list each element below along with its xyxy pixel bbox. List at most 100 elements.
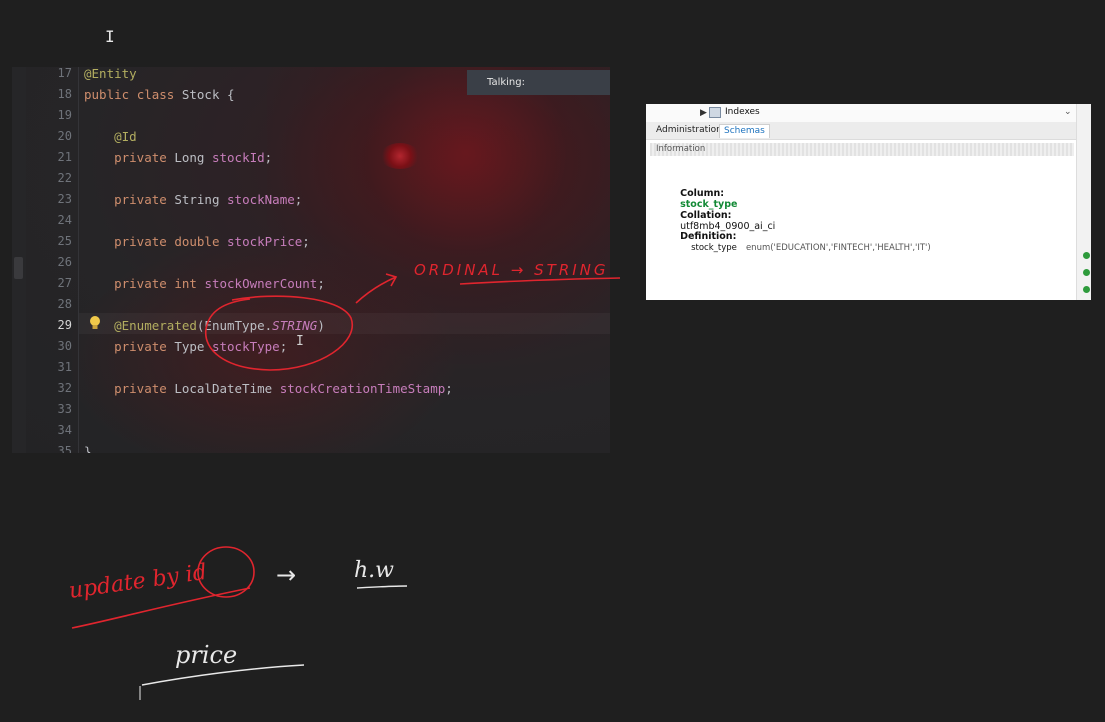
code-token: double: [174, 234, 228, 249]
line-number[interactable]: 30: [58, 336, 72, 357]
line-number[interactable]: 26: [58, 252, 72, 273]
code-line[interactable]: private Type stockType;: [84, 336, 287, 357]
line-number[interactable]: 29: [58, 315, 72, 336]
code-line[interactable]: @Id: [84, 126, 137, 147]
code-token: class: [136, 87, 182, 102]
price-note: price: [175, 641, 237, 669]
code-token: @Id: [114, 129, 137, 144]
update-underline-annotation: [71, 587, 251, 629]
code-line[interactable]: private LocalDateTime stockCreationTimeS…: [84, 378, 453, 399]
code-line[interactable]: private double stockPrice;: [84, 231, 310, 252]
code-token: ;: [294, 192, 303, 207]
code-token: @Entity: [84, 67, 137, 81]
code-token: String: [174, 192, 228, 207]
definition-detail: stock_type enum('EDUCATION','FINTECH','H…: [679, 231, 931, 264]
code-line[interactable]: @Enumerated(EnumType.STRING): [84, 315, 325, 336]
line-number[interactable]: 24: [58, 210, 72, 231]
chevron-down-icon[interactable]: ⌄: [1064, 107, 1072, 117]
tree-item-indexes[interactable]: Indexes: [725, 107, 760, 117]
line-number[interactable]: 27: [58, 273, 72, 294]
code-token: public: [84, 87, 137, 102]
code-token: stockName: [227, 192, 295, 207]
code-token: stockId: [211, 150, 265, 165]
code-token: private: [114, 381, 175, 396]
code-line[interactable]: public class Stock {: [84, 84, 235, 105]
code-token: LocalDateTime: [174, 381, 280, 396]
code-token: ;: [279, 339, 288, 354]
code-token: private: [114, 276, 175, 291]
tree-row[interactable]: ▶ Indexes ⌄: [646, 104, 1090, 122]
code-line[interactable]: private int stockOwnerCount;: [84, 273, 325, 294]
code-line[interactable]: @Entity: [84, 67, 137, 84]
line-number[interactable]: 23: [58, 189, 72, 210]
line-number[interactable]: 35: [58, 441, 72, 453]
scrollbar-thumb[interactable]: [14, 257, 23, 279]
talking-indicator: Talking:: [467, 70, 610, 95]
tab-administration[interactable]: Administration: [652, 124, 726, 137]
expand-triangle-icon[interactable]: ▶: [700, 108, 707, 118]
code-token: stockType: [211, 339, 280, 354]
column-label: Column:: [680, 188, 725, 199]
line-number[interactable]: 31: [58, 357, 72, 378]
update-note: update by id: [67, 560, 208, 604]
line-number[interactable]: 17: [58, 67, 72, 84]
id-circle-annotation: [197, 546, 255, 598]
text-cursor-icon: I: [296, 334, 304, 349]
code-line[interactable]: private String stockName;: [84, 189, 302, 210]
code-token: private: [114, 192, 175, 207]
gutter-separator: [78, 67, 79, 453]
status-check-icon: [1083, 252, 1090, 259]
line-number[interactable]: 33: [58, 399, 72, 420]
code-line[interactable]: private Long stockId;: [84, 147, 272, 168]
code-token: ;: [264, 150, 273, 165]
background-eye-art: [380, 143, 420, 169]
code-token: STRING: [272, 318, 318, 333]
line-number[interactable]: 32: [58, 378, 72, 399]
line-number[interactable]: 22: [58, 168, 72, 189]
code-token: private: [114, 234, 175, 249]
code-token: stockPrice: [227, 234, 303, 249]
code-token: Type: [174, 339, 212, 354]
code-token: private: [114, 150, 175, 165]
code-line[interactable]: }: [84, 441, 92, 453]
code-token: private: [114, 339, 175, 354]
code-token: (EnumType.: [196, 318, 273, 333]
line-number[interactable]: 28: [58, 294, 72, 315]
panel-tabs: Administration Schemas: [646, 122, 1076, 140]
line-number[interactable]: 20: [58, 126, 72, 147]
code-token: ;: [445, 381, 453, 396]
code-token: Stock {: [181, 87, 235, 102]
arrow-note: →: [276, 561, 296, 589]
price-underline-annotation: [141, 664, 305, 686]
code-token: ): [317, 318, 325, 333]
code-token: ;: [317, 276, 325, 291]
code-token: }: [84, 444, 92, 453]
line-number[interactable]: 21: [58, 147, 72, 168]
line-number[interactable]: 19: [58, 105, 72, 126]
hw-note: h.w: [354, 558, 394, 583]
definition-value: enum('EDUCATION','FINTECH','HEALTH','IT'…: [745, 243, 931, 253]
code-token: stockCreationTimeStamp: [279, 381, 446, 396]
code-token: @Enumerated: [114, 318, 197, 333]
code-editor[interactable]: 17 18 19 20 21 22 23 24 25 26 27 28 29 30 31 32 33 34 35 @…: [12, 67, 610, 453]
hw-underline-annotation: [356, 585, 408, 589]
line-number[interactable]: 34: [58, 420, 72, 441]
line-number[interactable]: 18: [58, 84, 72, 105]
indexes-icon: [709, 107, 721, 118]
tab-schemas[interactable]: Schemas: [719, 124, 770, 138]
line-number[interactable]: 25: [58, 231, 72, 252]
line-number-gutter[interactable]: 17 18 19 20 21 22 23 24 25 26 27 28 29 30 31 32 33 34 35: [30, 67, 78, 453]
code-token: stockOwnerCount: [204, 276, 318, 291]
status-check-icon: [1083, 269, 1090, 276]
code-token: ;: [302, 234, 310, 249]
code-token: Long: [174, 150, 212, 165]
text-cursor-icon: I: [105, 27, 115, 46]
